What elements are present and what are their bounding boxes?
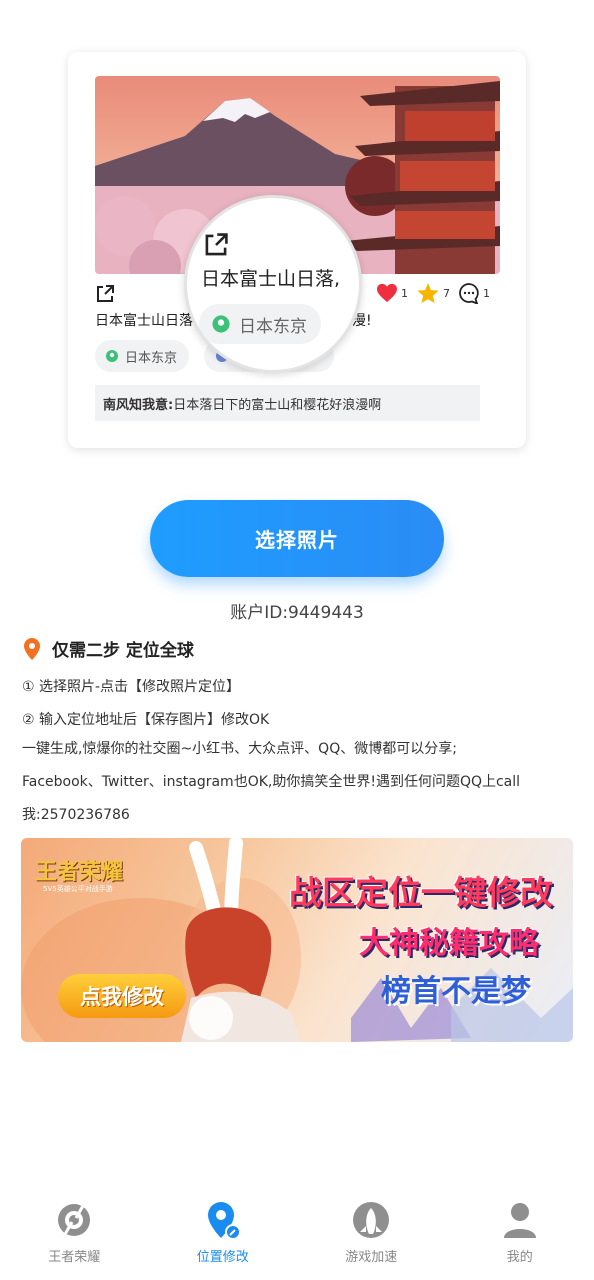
user-icon (503, 1203, 536, 1238)
like-count: 1 (401, 286, 408, 300)
tab-label: 我的 (506, 1250, 533, 1265)
star-icon (417, 282, 439, 304)
heart-icon (377, 283, 397, 303)
banner-tagline: 榜首不是梦 (381, 974, 531, 1009)
tab-label: 游戏加速 (345, 1250, 398, 1265)
star-reaction[interactable]: 7 (416, 282, 450, 304)
location-pin-icon (106, 350, 118, 362)
magnifier-lens: 日本富士山日落, 日本东京 (184, 195, 362, 373)
magnifier-location-label: 日本东京 (239, 316, 307, 337)
comment-box: 南风知我意: 日本落日下的富士山和樱花好浪漫啊 (95, 385, 480, 421)
location-label: 日本东京 (125, 350, 178, 366)
magnifier-text: 日本富士山日落, (201, 268, 341, 290)
comment-count: 1 (483, 286, 490, 300)
guide-title: 仅需二步 定位全球 (22, 636, 194, 661)
banner-headline: 战区定位一键修改 (289, 873, 553, 912)
tab-game-boost[interactable]: 游戏加速 (297, 1190, 446, 1280)
comment-icon (459, 283, 479, 304)
star-count: 7 (443, 286, 450, 300)
step-two: ② 输入定位地址后【保存图片】修改OK (22, 712, 270, 728)
tab-honor-of-kings[interactable]: 王者荣耀 (0, 1190, 149, 1280)
share-icon[interactable] (95, 284, 115, 304)
comment-user: 南风知我意: (103, 397, 174, 413)
description: 一键生成,惊爆你的社交圈~小红书、大众点评、QQ、微博都可以分享; Facebo… (22, 733, 574, 832)
location-pin-icon (24, 637, 40, 660)
location-chip[interactable]: 日本东京 (95, 340, 190, 372)
game-target-icon (58, 1203, 91, 1237)
select-photo-button[interactable]: 选择照片 (150, 500, 444, 577)
comment-reaction[interactable]: 1 (458, 282, 490, 304)
reactions: 1 7 1 (376, 282, 490, 304)
comment-text: 日本落日下的富士山和樱花好浪漫啊 (173, 397, 382, 413)
guide-title-text: 仅需二步 定位全球 (52, 641, 194, 661)
bottom-tab-bar: 王者荣耀 位置修改 游戏加速 我的 (0, 1190, 594, 1280)
tab-label: 王者荣耀 (48, 1250, 101, 1265)
rocket-icon (353, 1202, 390, 1238)
step-one: ① 选择照片-点击【修改照片定位】 (22, 679, 241, 695)
tab-label: 位置修改 (196, 1250, 249, 1265)
like-reaction[interactable]: 1 (376, 283, 408, 303)
share-icon (205, 233, 228, 256)
banner-game-logo: 王者荣耀 (35, 859, 124, 885)
magnifier-location-chip: 日本东京 (199, 304, 321, 344)
description-line-2: Facebook、Twitter、instagram也OK,助你搞笑全世界!遇到… (22, 774, 521, 790)
account-id: 账户ID:9449443 (230, 603, 364, 623)
banner-subheadline: 大神秘籍攻略 (359, 926, 539, 961)
tab-mine[interactable]: 我的 (446, 1190, 594, 1280)
location-pin-icon (212, 315, 230, 333)
banner-modify-button[interactable]: 点我修改 (58, 974, 186, 1018)
tab-location-edit[interactable]: 位置修改 (149, 1190, 298, 1280)
description-line-1: 一键生成,惊爆你的社交圈~小红书、大众点评、QQ、微博都可以分享; (22, 741, 457, 757)
post-text: 日本富士山日落 (95, 313, 193, 329)
description-line-3: 我:2570236786 (22, 807, 130, 823)
banner-game-logo-sub: 5V5英雄公平对战手游 (43, 885, 113, 893)
location-edit-icon (207, 1202, 241, 1240)
